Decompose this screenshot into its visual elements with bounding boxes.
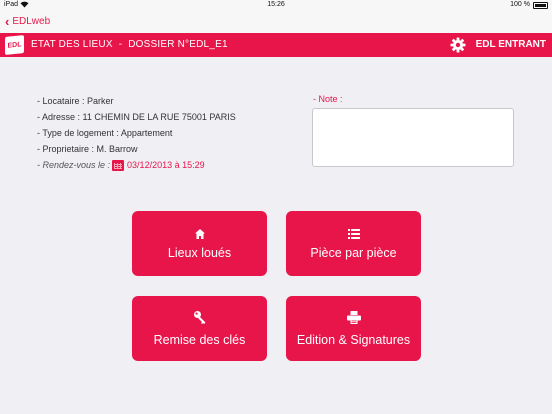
note-label: - Note : [313,94,343,104]
app-header: EDL ETAT DES LIEUX - DOSSIER N°EDL_E1 EDL … [0,33,552,57]
dossier-info: - Locataire : Parker - Adresse : 11 CHEM… [37,93,236,173]
list-icon [347,227,360,241]
printer-icon [346,310,361,324]
remise-des-cles-button[interactable]: Remise des clés [132,296,267,361]
navigation-bar: ‹ EDLweb [0,11,552,33]
edl-mode-label: EDL ENTRANT [475,39,546,50]
battery-icon [533,2,548,9]
back-button-label: EDLweb [12,16,51,27]
locataire-field: - Locataire : Parker [37,96,114,106]
rendez-vous-label: - Rendez-vous le : [37,160,111,170]
home-icon [194,227,206,241]
calendar-icon[interactable] [112,159,125,171]
status-time: 15:26 [267,1,285,8]
chevron-left-icon: ‹ [5,14,10,29]
section-title: ETAT DES LIEUX [31,39,113,50]
adresse-field: - Adresse : 11 CHEMIN DE LA RUE 75001 PA… [37,112,236,122]
rendez-vous-field: - Rendez-vous le : 03/12/2013 à 15:29 [37,157,236,173]
back-button[interactable]: ‹ EDLweb [5,15,50,28]
rendez-vous-date[interactable]: 03/12/2013 à 15:29 [127,157,205,173]
key-icon [193,310,207,324]
battery-percent: 100 % [510,1,530,8]
remise-des-cles-label: Remise des clés [153,333,246,347]
edl-logo: EDL [5,35,24,55]
edition-signatures-label: Edition & Signatures [296,333,411,347]
status-bar: iPad 15:26 100 % [0,0,552,11]
lieux-loues-button[interactable]: Lieux loués [132,211,267,276]
piece-par-piece-button[interactable]: Pièce par pièce [286,211,421,276]
piece-par-piece-label: Pièce par pièce [310,246,397,260]
page-title: ETAT DES LIEUX - DOSSIER N°EDL_E1 [31,39,228,50]
edition-signatures-button[interactable]: Edition & Signatures [286,296,421,361]
gear-icon[interactable] [450,37,466,53]
proprietaire-field: - Proprietaire : M. Barrow [37,144,138,154]
note-textarea[interactable] [312,108,514,167]
dossier-number: DOSSIER N°EDL_E1 [128,39,228,50]
logement-field: - Type de logement : Appartement [37,128,173,138]
title-separator: - [118,39,123,50]
lieux-loues-label: Lieux loués [167,246,232,260]
